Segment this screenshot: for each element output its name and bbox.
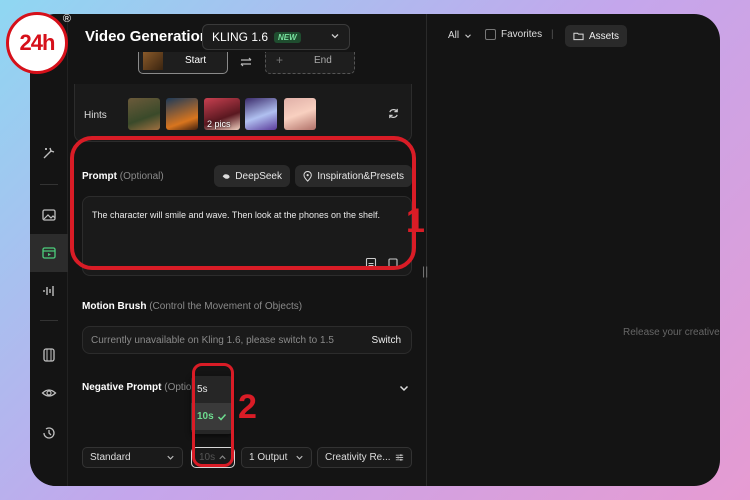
hints-label: Hints bbox=[84, 110, 107, 121]
folder-icon bbox=[573, 32, 584, 41]
model-value: KLING 1.6 bbox=[212, 30, 269, 44]
mode-select[interactable]: Standard bbox=[82, 447, 183, 468]
chevron-down-icon bbox=[167, 455, 174, 460]
motion-brush-notice: Currently unavailable on Kling 1.6, plea… bbox=[82, 326, 412, 354]
hint-thumbnail[interactable] bbox=[128, 98, 160, 130]
empty-state-text: Release your creative bbox=[623, 327, 720, 338]
assets-button[interactable]: Assets bbox=[565, 25, 628, 47]
chevron-down-icon[interactable] bbox=[398, 382, 410, 394]
hints-card bbox=[74, 84, 412, 142]
end-frame[interactable]: + End bbox=[265, 52, 355, 74]
start-frame[interactable]: Start bbox=[138, 52, 228, 74]
new-badge: NEW bbox=[274, 31, 301, 43]
page-title: Video Generation bbox=[85, 28, 209, 45]
hint-thumbnail[interactable] bbox=[166, 98, 198, 130]
refresh-icon[interactable] bbox=[387, 107, 400, 120]
switch-button[interactable]: Switch bbox=[372, 335, 401, 346]
favorites-toggle[interactable]: Favorites bbox=[485, 29, 542, 40]
left-rail bbox=[30, 14, 68, 486]
motion-brush-label: Motion Brush (Control the Movement of Ob… bbox=[82, 301, 303, 312]
hint-thumbnail[interactable] bbox=[284, 98, 316, 130]
app-window: Video Generation KLING 1.6 NEW Start + E… bbox=[30, 14, 720, 486]
chevron-down-icon bbox=[465, 33, 472, 38]
start-label: Start bbox=[185, 55, 207, 66]
annotation-box-2 bbox=[192, 363, 234, 467]
output-count-select[interactable]: 1 Output bbox=[241, 447, 312, 468]
audio-wave-icon[interactable] bbox=[30, 272, 68, 310]
swap-icon[interactable] bbox=[239, 55, 253, 69]
separator: | bbox=[551, 29, 554, 40]
start-thumbnail bbox=[143, 52, 163, 70]
video-icon[interactable] bbox=[30, 234, 68, 272]
filter-select[interactable]: All bbox=[448, 30, 473, 41]
panel-divider bbox=[426, 14, 427, 486]
annotation-number-1: 1 bbox=[406, 202, 425, 240]
history-icon[interactable] bbox=[30, 414, 68, 452]
motion-brush-notice-text: Currently unavailable on Kling 1.6, plea… bbox=[91, 335, 334, 346]
end-label: End bbox=[314, 55, 332, 66]
brand-logo: 24h ® bbox=[6, 12, 71, 74]
favorites-checkbox[interactable] bbox=[485, 29, 496, 40]
creativity-relevance-select[interactable]: Creativity Re... bbox=[317, 447, 412, 468]
film-icon[interactable] bbox=[30, 336, 68, 374]
negative-prompt-label: Negative Prompt (Optio bbox=[82, 382, 192, 393]
plus-icon: + bbox=[276, 53, 284, 67]
annotation-box-1 bbox=[70, 136, 416, 270]
sliders-icon bbox=[395, 454, 404, 461]
model-select[interactable]: KLING 1.6 NEW bbox=[202, 24, 350, 50]
hint-thumbnail-multi[interactable]: 2 pics bbox=[204, 98, 240, 130]
eye-icon[interactable] bbox=[30, 374, 68, 412]
chevron-down-icon bbox=[331, 34, 339, 39]
resize-handle[interactable]: || bbox=[422, 264, 428, 278]
pics-count-label: 2 pics bbox=[207, 119, 231, 129]
image-icon[interactable] bbox=[30, 196, 68, 234]
chevron-down-icon bbox=[296, 455, 303, 460]
magic-icon[interactable] bbox=[30, 134, 68, 172]
hint-thumbnail[interactable] bbox=[245, 98, 277, 130]
annotation-number-2: 2 bbox=[238, 388, 257, 426]
